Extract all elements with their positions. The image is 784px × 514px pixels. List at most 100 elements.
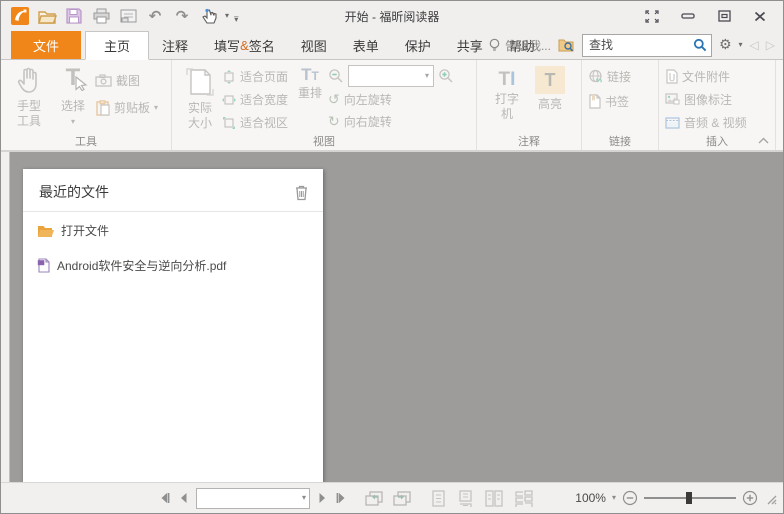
fullscreen-button[interactable] (639, 5, 665, 27)
page-combobox-caret[interactable]: ▾ (302, 494, 306, 502)
previous-page-button[interactable] (179, 492, 188, 504)
previous-view-button[interactable] (365, 490, 383, 506)
tab-file[interactable]: 文件 (11, 31, 82, 59)
gear-dropdown-caret[interactable]: ▾ (739, 41, 743, 49)
zoom-slider[interactable] (644, 491, 736, 505)
tab-home[interactable]: 主页 (85, 31, 150, 60)
select-cursor-icon (75, 76, 88, 91)
highlight-label: 高亮 (537, 97, 562, 111)
search-icon[interactable] (693, 38, 707, 52)
next-page-button[interactable] (318, 492, 327, 504)
chevron-up-icon (758, 137, 769, 144)
snapshot-label: 截图 (116, 74, 141, 88)
hand-tool-dropdown-caret[interactable]: ▾ (225, 12, 229, 20)
search-folder-icon[interactable] (558, 38, 575, 52)
single-page-layout-button[interactable] (431, 489, 446, 507)
zoom-out-status-button[interactable] (622, 490, 638, 506)
gear-icon[interactable]: ⚙ (719, 38, 732, 52)
navigation-panel-strip[interactable] (1, 152, 10, 482)
highlight-icon: T (535, 66, 565, 94)
clipboard-button[interactable]: 剪贴板 ▾ (95, 97, 158, 118)
next-view-button[interactable] (393, 490, 411, 506)
zoom-out-icon[interactable] (328, 68, 344, 84)
image-annotation-button[interactable]: 图像标注 (665, 89, 747, 110)
undo-icon[interactable]: ↶ (144, 6, 166, 26)
foxit-reader-window: ↶ ↷ ▾ – ▾ 开始 - 福昕阅读器 文件 主页 注释 填写 & 签名 视图… (0, 0, 784, 514)
print-icon[interactable] (90, 6, 112, 26)
continuous-layout-button[interactable] (458, 489, 473, 507)
rotate-right-button[interactable]: ↻ 向右旋转 (328, 111, 454, 132)
hand-tool-label: 手型工具 (17, 99, 42, 128)
highlight-button[interactable]: T 高亮 (532, 64, 568, 112)
hand-tool-quick-icon[interactable] (198, 6, 220, 26)
zoom-in-status-button[interactable] (742, 490, 758, 506)
fit-width-button[interactable]: 适合宽度 (222, 89, 288, 110)
tab-protect[interactable]: 保护 (392, 31, 444, 59)
last-page-button[interactable] (335, 492, 347, 504)
fit-page-button[interactable]: 适合页面 (222, 66, 288, 87)
zoom-in-icon[interactable] (438, 68, 454, 84)
rotate-left-button[interactable]: ↺ 向左旋转 (328, 89, 454, 110)
ribbon-zoom-combobox[interactable]: ▾ (348, 65, 435, 87)
clear-recent-trash-icon[interactable] (294, 184, 309, 201)
hand-tool-button[interactable]: 手型工具 (7, 64, 51, 129)
find-search-box[interactable] (581, 33, 712, 57)
clipboard-dropdown-caret[interactable]: ▾ (154, 103, 158, 112)
open-file-item[interactable]: 打开文件 (23, 212, 323, 245)
tab-form[interactable]: 表单 (340, 31, 392, 59)
actual-size-icon (186, 68, 214, 96)
first-page-button[interactable] (159, 492, 171, 504)
rotate-right-icon: ↻ (328, 113, 340, 130)
history-back-icon[interactable]: ◁ (750, 38, 759, 52)
collapse-ribbon-button[interactable] (758, 137, 769, 144)
redo-icon[interactable]: ↷ (171, 6, 193, 26)
zoom-level-value[interactable]: 100% (575, 491, 606, 505)
title-bar: ↶ ↷ ▾ – ▾ 开始 - 福昕阅读器 (1, 1, 783, 31)
typewriter-icon: TI (498, 69, 516, 90)
zoom-level-caret[interactable]: ▾ (612, 494, 616, 502)
close-button[interactable] (747, 5, 773, 27)
tab-fill-sign[interactable]: 填写 & 签名 (201, 31, 288, 59)
audio-video-button[interactable]: 音频 & 视频 (665, 112, 747, 133)
recent-file-item[interactable]: Android软件安全与逆向分析.pdf (23, 245, 323, 280)
zoom-slider-thumb[interactable] (686, 492, 692, 504)
actual-size-button[interactable]: 实际大小 (178, 64, 222, 131)
customize-toolbar-caret[interactable]: – ▾ (234, 12, 238, 23)
select-dropdown-caret[interactable]: ▾ (71, 117, 75, 126)
page-number-combobox[interactable]: ▾ (196, 487, 310, 509)
select-tool-button[interactable]: T 选择 ▾ (51, 64, 95, 126)
open-file-icon[interactable] (36, 6, 58, 26)
history-forward-icon[interactable]: ▷ (766, 38, 775, 52)
pdf-file-icon (37, 258, 50, 273)
recent-files-title: 最近的文件 (39, 184, 109, 200)
tab-comment[interactable]: 注释 (149, 31, 201, 59)
ribbon-tab-bar: 文件 主页 注释 填写&签名 视图 表单 保护 共享 帮助 告诉我... ⚙ ▾… (1, 31, 783, 60)
fit-width-label: 适合宽度 (240, 93, 289, 107)
zoom-combobox-caret[interactable]: ▾ (425, 72, 429, 80)
reflow-button[interactable]: TT 重排 (292, 64, 328, 101)
snapshot-button[interactable]: 截图 (95, 70, 158, 91)
link-group-label: 链接 (609, 136, 631, 148)
resize-grip[interactable] (764, 492, 777, 505)
link-button[interactable]: 链接 (588, 66, 631, 87)
quick-access-toolbar: ↶ ↷ ▾ – ▾ (1, 6, 238, 26)
find-search-input[interactable] (586, 37, 693, 53)
hand-icon (17, 67, 37, 93)
tell-me-button[interactable]: 告诉我... (488, 37, 551, 54)
minimize-button[interactable] (675, 5, 701, 27)
file-attachment-button[interactable]: 文件附件 (665, 66, 747, 87)
email-icon[interactable] (117, 6, 139, 26)
typewriter-button[interactable]: TI 打字机 (490, 64, 524, 122)
facing-layout-button[interactable] (485, 489, 503, 507)
fit-visible-button[interactable]: 适合视区 (222, 112, 288, 133)
save-icon[interactable] (63, 6, 85, 26)
fit-page-label: 适合页面 (240, 70, 289, 84)
maximize-button[interactable] (711, 5, 737, 27)
ribbon-home: 手型工具 T 选择 ▾ 截图 剪贴板 ▾ 工具 实际大小 适合页面 适合宽度 适… (1, 59, 783, 152)
facing-continuous-layout-button[interactable] (515, 489, 533, 507)
page-number-input[interactable] (197, 491, 302, 505)
tab-view[interactable]: 视图 (288, 31, 340, 59)
bookmark-button[interactable]: 书签 (588, 91, 631, 112)
tools-group-label: 工具 (75, 136, 97, 148)
rotate-right-label: 向右旋转 (343, 115, 392, 129)
